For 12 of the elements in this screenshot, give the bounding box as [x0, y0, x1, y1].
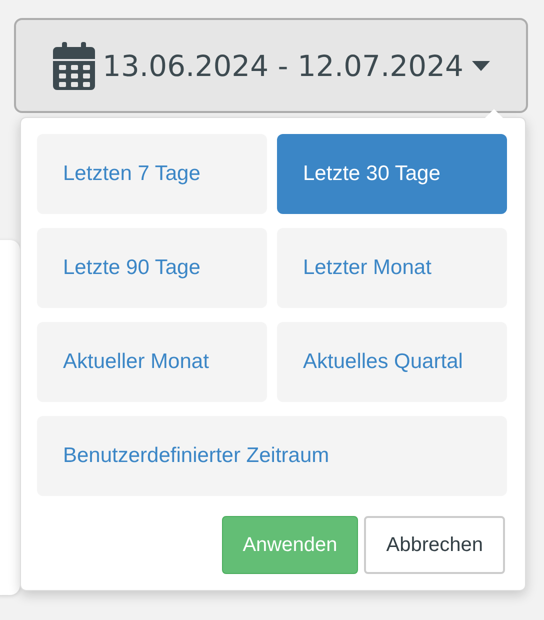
range-option[interactable]: Letzten 7 Tage	[37, 134, 267, 214]
range-option[interactable]: Letzter Monat	[277, 228, 507, 308]
range-option[interactable]: Letzte 90 Tage	[37, 228, 267, 308]
cancel-button[interactable]: Abbrechen	[364, 516, 505, 574]
caret-icon	[472, 60, 490, 70]
range-option[interactable]: Benutzerdefinierter Zeitraum	[37, 416, 507, 496]
date-range-button[interactable]: 13.06.2024 - 12.07.2024	[14, 18, 528, 113]
apply-button[interactable]: Anwenden	[222, 516, 358, 574]
range-option[interactable]: Letzte 30 Tage	[277, 134, 507, 214]
calendar-icon	[52, 42, 94, 90]
range-option[interactable]: Aktueller Monat	[37, 322, 267, 402]
range-option[interactable]: Aktuelles Quartal	[277, 322, 507, 402]
